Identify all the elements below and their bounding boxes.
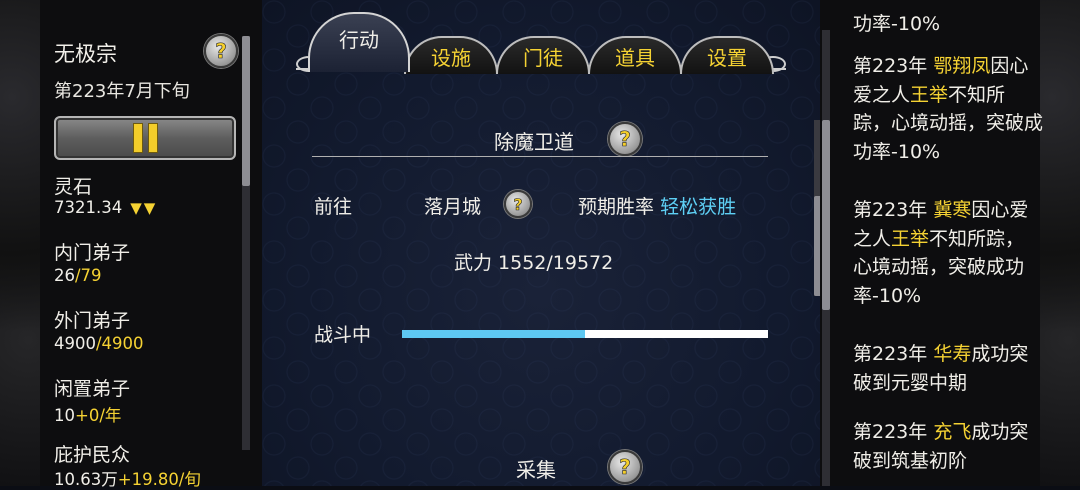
spirit-stone-label: 灵石 bbox=[54, 176, 93, 198]
task-title: 除魔卫道 bbox=[494, 130, 574, 154]
tab-bar: 行动 设施 门徒 道具 设置 bbox=[296, 0, 786, 78]
event-log-panel: 功率-10% 第223年 鄂翔凤因心爱之人王举不知所踪，心境动摇，突破成功率-1… bbox=[820, 0, 1044, 486]
battle-progress-fill bbox=[402, 330, 585, 338]
tab-facilities[interactable]: 设施 bbox=[404, 36, 498, 74]
pause-button[interactable] bbox=[54, 116, 236, 160]
task-help-icon[interactable]: ? bbox=[608, 122, 642, 156]
log-entry: 第223年 充飞成功突破到筑基初阶 bbox=[853, 421, 1029, 472]
idle-disciples-value: 10+0/年 bbox=[54, 406, 122, 425]
tab-disciples[interactable]: 门徒 bbox=[496, 36, 590, 74]
battle-progress-bar bbox=[402, 330, 768, 338]
destination-select[interactable]: 落月城 bbox=[424, 192, 481, 219]
log-entry: 第223年 冀寒因心爱之人王举不知所踪，心境动摇，突破成功率-10% bbox=[853, 199, 1029, 307]
go-label: 前往 bbox=[314, 196, 353, 218]
gather-title: 采集 bbox=[516, 458, 556, 482]
win-rate-value: 轻松获胜 bbox=[660, 196, 737, 218]
tab-settings[interactable]: 设置 bbox=[680, 36, 774, 74]
win-rate: 预期胜率 轻松获胜 bbox=[578, 196, 737, 218]
battle-status: 战斗中 bbox=[314, 324, 372, 346]
idle-disciples-label: 闲置弟子 bbox=[54, 378, 131, 400]
tab-items[interactable]: 道具 bbox=[588, 36, 682, 74]
power-readout: 武力 1552/19572 bbox=[454, 252, 614, 274]
right-scrollbar[interactable] bbox=[822, 30, 830, 486]
right-scrollbar-thumb[interactable] bbox=[822, 120, 830, 310]
gather-help-icon[interactable]: ? bbox=[608, 450, 642, 484]
action-panel: 行动 设施 门徒 道具 设置 除魔卫道 ? 前往 落月城 ? 预期胜率 轻松获胜… bbox=[262, 0, 822, 486]
sheltered-people-label: 庇护民众 bbox=[54, 444, 131, 466]
sect-name: 无极宗 bbox=[54, 42, 117, 66]
help-icon[interactable]: ? bbox=[204, 34, 238, 68]
spirit-stone-value: 7321.34 ▼▼ bbox=[54, 198, 158, 217]
divider bbox=[312, 156, 768, 157]
destination-help-icon[interactable]: ? bbox=[504, 190, 532, 218]
outer-disciples-label: 外门弟子 bbox=[54, 310, 131, 332]
inner-disciples-label: 内门弟子 bbox=[54, 242, 131, 264]
outer-disciples-value: 4900/4900 bbox=[54, 334, 144, 353]
tab-action[interactable]: 行动 bbox=[308, 12, 410, 72]
left-scrollbar-thumb[interactable] bbox=[242, 36, 250, 186]
inner-disciples-value: 26/79 bbox=[54, 266, 102, 285]
left-edge-decoration bbox=[0, 0, 40, 486]
log-entry: 第223年 华寿成功突破到元婴中期 bbox=[853, 343, 1029, 394]
game-date: 第223年7月下旬 bbox=[54, 81, 190, 102]
log-entry: 第223年 鄂翔凤因心爱之人王举不知所踪，心境动摇，突破成功率-10% bbox=[853, 55, 1044, 163]
log-entry: 功率-10% bbox=[853, 13, 941, 35]
pause-icon bbox=[132, 123, 158, 153]
decrease-trend-icon: ▼▼ bbox=[130, 199, 158, 217]
sect-status-panel: 无极宗 ? 第223年7月下旬 灵石 7321.34 ▼▼ 内门弟子 26/79 … bbox=[40, 0, 262, 489]
right-edge-decoration bbox=[1040, 0, 1080, 486]
left-scrollbar[interactable] bbox=[242, 36, 250, 450]
sheltered-people-value: 10.63万+19.80/旬 bbox=[54, 470, 201, 489]
